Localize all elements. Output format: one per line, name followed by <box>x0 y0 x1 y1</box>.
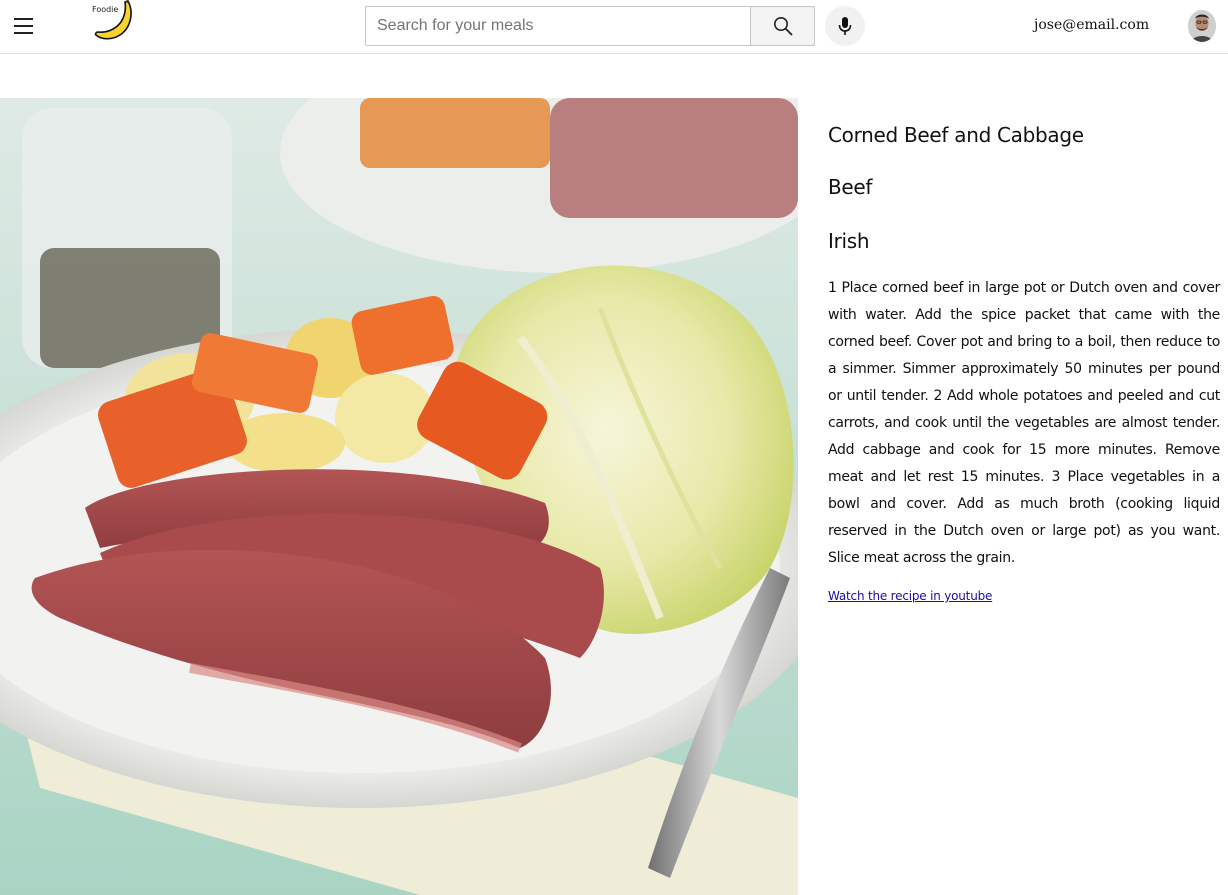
user-avatar[interactable] <box>1188 10 1216 42</box>
recipe-area: Irish <box>828 229 870 253</box>
menu-line <box>14 25 33 27</box>
menu-line <box>14 32 33 34</box>
recipe-details: Corned Beef and Cabbage Beef Irish 1 Pla… <box>828 120 1220 605</box>
user-email[interactable]: jose@email.com <box>1034 17 1149 33</box>
search-icon <box>773 17 792 36</box>
search-bar <box>365 6 815 46</box>
search-button[interactable] <box>750 6 815 46</box>
meal-photo <box>0 98 798 895</box>
microphone-icon <box>838 17 852 35</box>
search-input[interactable] <box>365 6 750 46</box>
youtube-link[interactable]: Watch the recipe in youtube <box>828 589 992 603</box>
recipe-instructions: 1 Place corned beef in large pot or Dutc… <box>828 280 1220 566</box>
hamburger-menu-icon[interactable] <box>14 14 38 38</box>
logo[interactable]: Foodie <box>90 0 136 44</box>
menu-line <box>14 18 33 20</box>
recipe-category: Beef <box>828 175 873 199</box>
voice-search-button[interactable] <box>825 6 865 46</box>
recipe-title: Corned Beef and Cabbage <box>828 123 1084 147</box>
avatar-image <box>1188 10 1216 42</box>
recipe-image <box>0 98 798 895</box>
banana-icon <box>94 0 132 40</box>
top-header: Foodie jose@email.com <box>0 0 1228 54</box>
